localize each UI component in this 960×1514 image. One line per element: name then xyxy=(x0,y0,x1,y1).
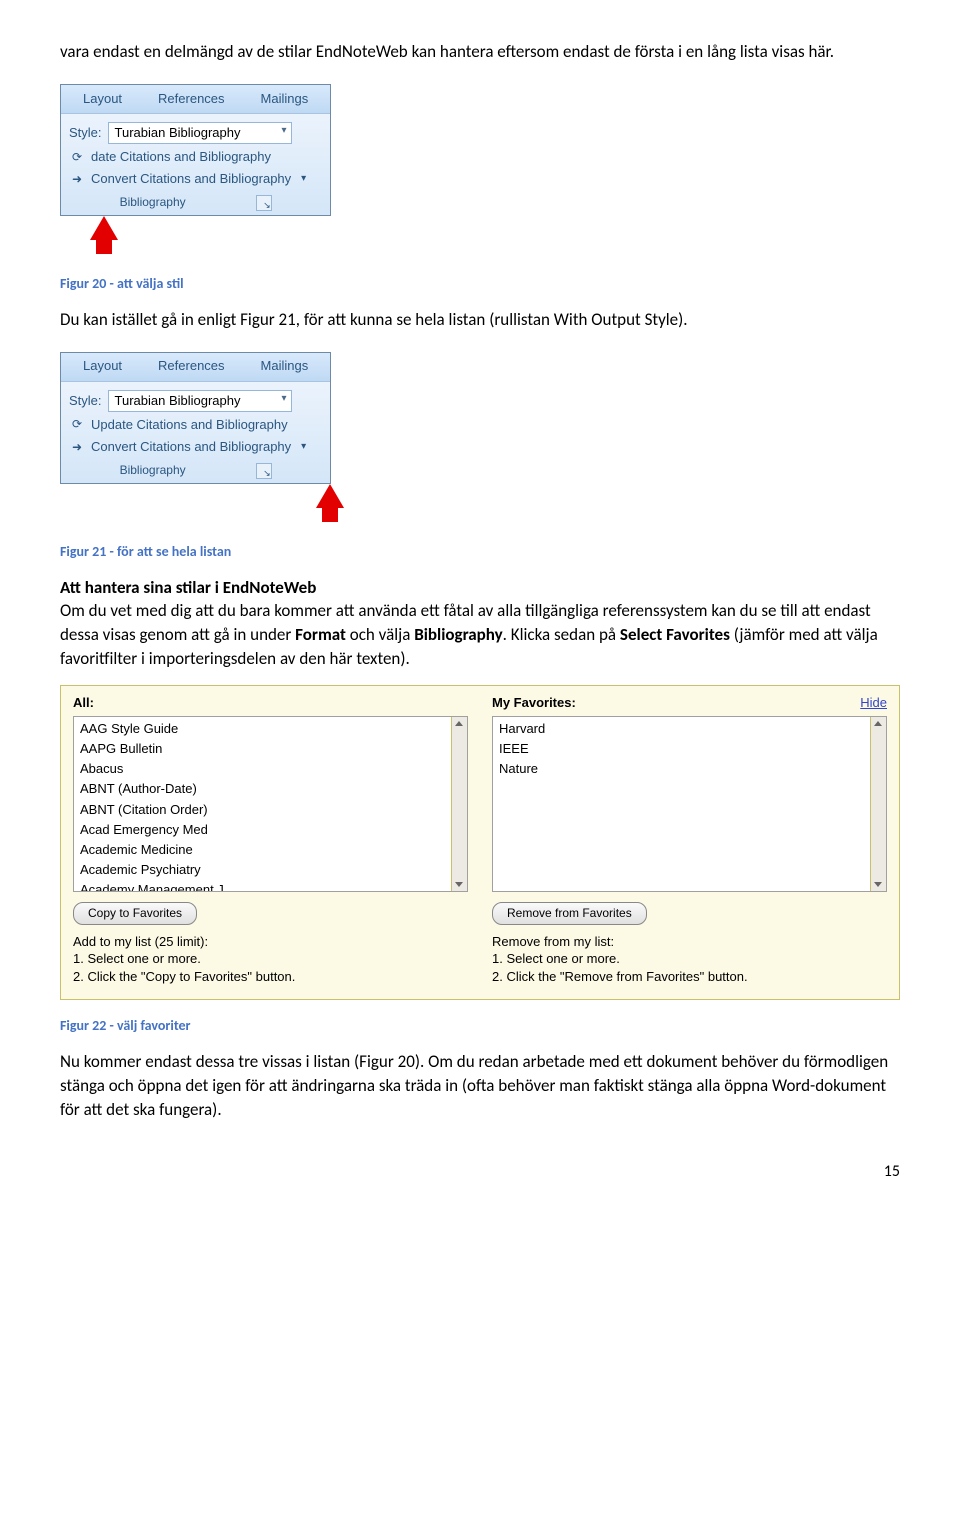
style-dropdown[interactable]: Turabian Bibliography xyxy=(108,390,292,412)
all-label: All: xyxy=(73,694,94,712)
list-item[interactable]: Academic Medicine xyxy=(78,840,451,860)
convert-citations-item[interactable]: ➜ Convert Citations and Bibliography ▾ xyxy=(69,436,322,458)
convert-citations-item[interactable]: ➜ Convert Citations and Bibliography ▾ xyxy=(69,168,322,190)
text-line: 2. Click the "Remove from Favorites" but… xyxy=(492,968,887,986)
remove-from-favorites-button[interactable]: Remove from Favorites xyxy=(492,902,647,925)
list-item[interactable]: Harvard xyxy=(497,719,870,739)
style-dropdown[interactable]: Turabian Bibliography xyxy=(108,122,292,144)
dialog-launcher-icon[interactable]: ↘ xyxy=(256,463,272,479)
ribbon-tab: References xyxy=(140,353,242,379)
text-line: Remove from my list: xyxy=(492,933,887,951)
ribbon-screenshot-1: Layout References Mailings Style: Turabi… xyxy=(60,84,331,216)
list-item[interactable]: Academic Psychiatry xyxy=(78,860,451,880)
all-styles-list[interactable]: AAG Style Guide AAPG Bulletin Abacus ABN… xyxy=(73,716,468,892)
text-run: och välja xyxy=(346,624,414,645)
copy-to-favorites-button[interactable]: Copy to Favorites xyxy=(73,902,197,925)
ribbon-item-label: Update Citations and Bibliography xyxy=(91,416,288,434)
figure-caption-20: Figur 20 - att välja stil xyxy=(60,274,900,294)
paragraph: Nu kommer endast dessa tre vissas i list… xyxy=(60,1050,900,1121)
hide-link[interactable]: Hide xyxy=(860,694,887,712)
bibliography-keyword: Bibliography xyxy=(414,624,502,645)
ribbon-tab: Mailings xyxy=(243,353,327,379)
chevron-down-icon: ▾ xyxy=(301,172,306,186)
figure-caption-22: Figur 22 - välj favoriter xyxy=(60,1016,900,1036)
ribbon-group-label: Bibliography xyxy=(120,194,186,211)
list-item[interactable]: AAG Style Guide xyxy=(78,719,451,739)
select-favorites-keyword: Select Favorites xyxy=(620,624,730,645)
red-arrow-annotation xyxy=(90,216,118,240)
update-citations-item[interactable]: ⟳ Update Citations and Bibliography xyxy=(69,414,322,436)
convert-icon: ➜ xyxy=(69,171,85,187)
style-label: Style: xyxy=(69,392,102,410)
my-favorites-list[interactable]: Harvard IEEE Nature xyxy=(492,716,887,892)
chevron-down-icon: ▾ xyxy=(301,440,306,454)
paragraph: Du kan istället gå in enligt Figur 21, f… xyxy=(60,308,900,332)
figure-caption-21: Figur 21 - för att se hela listan xyxy=(60,542,900,562)
dialog-launcher-icon[interactable]: ↘ xyxy=(256,195,272,211)
list-item[interactable]: ABNT (Citation Order) xyxy=(78,800,451,820)
list-item[interactable]: Abacus xyxy=(78,759,451,779)
subheading: Att hantera sina stilar i EndNoteWeb xyxy=(60,576,900,600)
my-favorites-label: My Favorites: xyxy=(492,694,576,712)
scrollbar[interactable] xyxy=(870,717,886,891)
refresh-icon: ⟳ xyxy=(69,149,85,165)
ribbon-tab: References xyxy=(140,86,242,112)
remove-instructions: Remove from my list: 1. Select one or mo… xyxy=(492,933,887,986)
red-arrow-annotation xyxy=(316,484,344,508)
style-label: Style: xyxy=(69,124,102,142)
ribbon-tab: Layout xyxy=(65,86,140,112)
ribbon-tab: Layout xyxy=(65,353,140,379)
list-item[interactable]: Academy Management J xyxy=(78,880,451,892)
update-citations-item[interactable]: ⟳ date Citations and Bibliography xyxy=(69,146,322,168)
ribbon-tab: Mailings xyxy=(243,86,327,112)
list-item[interactable]: ABNT (Author-Date) xyxy=(78,779,451,799)
format-keyword: Format xyxy=(295,624,346,645)
list-item[interactable]: Acad Emergency Med xyxy=(78,820,451,840)
convert-icon: ➜ xyxy=(69,439,85,455)
ribbon-item-label: Convert Citations and Bibliography xyxy=(91,170,291,188)
ribbon-item-label: date Citations and Bibliography xyxy=(91,148,271,166)
text-line: Add to my list (25 limit): xyxy=(73,933,468,951)
refresh-icon: ⟳ xyxy=(69,417,85,433)
intro-paragraph: vara endast en delmängd av de stilar End… xyxy=(60,40,900,64)
add-instructions: Add to my list (25 limit): 1. Select one… xyxy=(73,933,468,986)
favorites-panel: All: AAG Style Guide AAPG Bulletin Abacu… xyxy=(60,685,900,1001)
list-item[interactable]: IEEE xyxy=(497,739,870,759)
text-line: 1. Select one or more. xyxy=(73,950,468,968)
text-line: 2. Click the "Copy to Favorites" button. xyxy=(73,968,468,986)
ribbon-screenshot-2: Layout References Mailings Style: Turabi… xyxy=(60,352,331,484)
list-item[interactable]: AAPG Bulletin xyxy=(78,739,451,759)
scrollbar[interactable] xyxy=(451,717,467,891)
text-run: . Klicka sedan på xyxy=(503,624,620,645)
page-number: 15 xyxy=(60,1161,900,1183)
ribbon-group-label: Bibliography xyxy=(120,462,186,479)
list-item[interactable]: Nature xyxy=(497,759,870,779)
paragraph: Om du vet med dig att du bara kommer att… xyxy=(60,599,900,670)
ribbon-item-label: Convert Citations and Bibliography xyxy=(91,438,291,456)
text-line: 1. Select one or more. xyxy=(492,950,887,968)
